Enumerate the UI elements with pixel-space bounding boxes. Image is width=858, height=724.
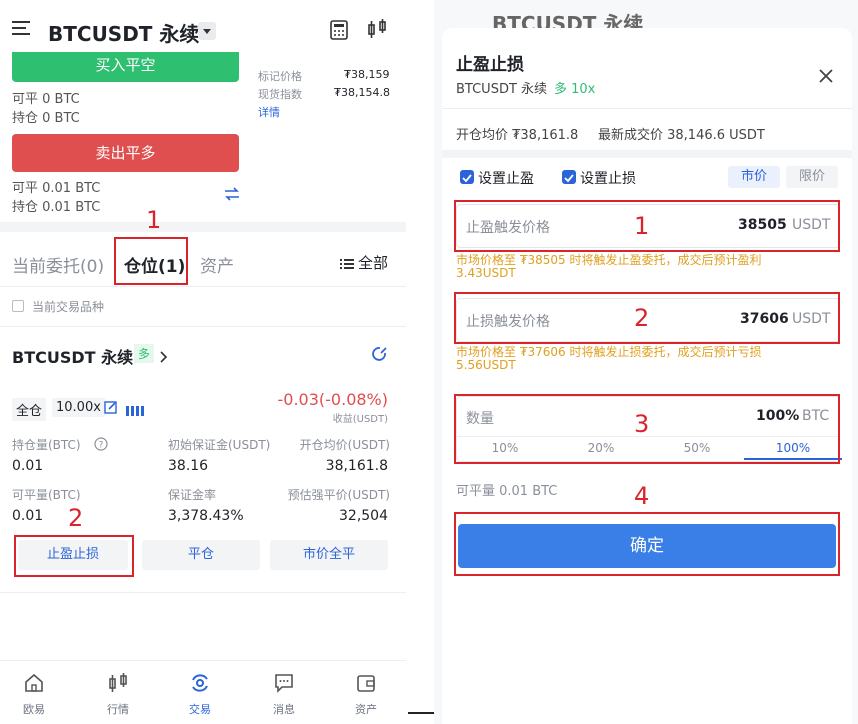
direction-badge: 多 (134, 344, 155, 363)
symbol-title[interactable]: BTCUSDT 永续 (48, 18, 199, 47)
home-icon (4, 672, 64, 697)
init-margin-label: 初始保证金(USDT) (168, 438, 271, 452)
entry-value: 38,161.8 (325, 458, 388, 474)
margin-ratio-value: 3,378.43% (168, 508, 244, 524)
entry-price-info: 开仓均价 ₮38,161.8 (456, 128, 579, 143)
liq-label: 预估强平价(USDT) (287, 488, 390, 502)
margin-ratio-label: 保证金率 (168, 488, 217, 502)
index-price-label: 现货指数 (258, 88, 302, 101)
symbol-dropdown-icon[interactable] (198, 22, 216, 40)
last-price-info: 最新成交价 38,146.6 USDT (598, 128, 765, 143)
market-close-all-button[interactable]: 市价全平 (270, 540, 388, 570)
trade-screen: BTCUSDT 永续 买入平空 标记价格 ₮38,159 现货指数 ₮38,15… (0, 0, 406, 724)
calculator-icon[interactable] (330, 20, 348, 44)
liq-value: 32,504 (339, 508, 388, 524)
chevron-right-icon[interactable] (160, 348, 168, 367)
set-sl-label: 设置止损 (580, 171, 636, 187)
adl-indicator-icon (126, 401, 146, 420)
nav-trade[interactable]: 交易 (170, 672, 230, 717)
tpsl-screen: BTCUSDT 永续 止盈止损 BTCUSDT 永续 多 10x 开仓均价 ₮3… (434, 0, 858, 724)
share-icon[interactable] (372, 346, 388, 366)
filter-list-icon[interactable] (340, 255, 354, 274)
tab-assets[interactable]: 资产 (200, 252, 234, 277)
position-title[interactable]: BTCUSDT 永续 (12, 344, 133, 368)
annotation-2: 2 (68, 504, 84, 532)
current-symbol-checkbox[interactable] (12, 300, 24, 312)
long-holding: 持仓 0.01 BTC (12, 200, 101, 215)
filter-all[interactable]: 全部 (358, 252, 388, 273)
annotation-box-positions-tab (114, 237, 188, 285)
size-label: 持仓量(BTC) (12, 438, 81, 452)
candlestick-icon (88, 672, 148, 697)
sheet-direction: 多 10x (554, 82, 596, 97)
annotation-box-tpsl (14, 535, 134, 577)
annotation-r2: 2 (634, 304, 650, 332)
annotation-box-confirm (454, 512, 840, 576)
sl-hint: 市场价格至 ₮37606 时将触发止损委托，成交后预计亏损 5.56USDT (456, 345, 762, 372)
available-qty: 可平量 0.01 BTC (456, 484, 558, 499)
set-sl-checkbox[interactable] (562, 170, 576, 184)
sheet-title: 止盈止损 (456, 55, 524, 75)
market-toggle[interactable]: 市价 (728, 166, 780, 188)
margin-mode: 全仓 (12, 398, 47, 421)
candlestick-chart-icon[interactable] (366, 18, 388, 44)
menu-icon[interactable] (12, 20, 32, 36)
annotation-r1: 1 (634, 212, 650, 240)
section-gap (442, 150, 852, 158)
annotation-1: 1 (146, 206, 162, 234)
size-value: 0.01 (12, 458, 44, 474)
sell-close-long-button[interactable]: 卖出平多 (12, 134, 239, 172)
nav-assets-label: 资产 (355, 703, 377, 716)
nav-trade-label: 交易 (189, 703, 211, 716)
nav-assets[interactable]: 资产 (336, 672, 396, 717)
nav-market[interactable]: 行情 (88, 672, 148, 717)
nav-messages[interactable]: 消息 (254, 672, 314, 717)
entry-label: 开仓均价(USDT) (299, 438, 390, 452)
trade-icon (170, 672, 230, 697)
section-gap (0, 222, 406, 232)
set-tp-checkbox[interactable] (460, 170, 474, 184)
nav-messages-label: 消息 (273, 703, 295, 716)
nav-home[interactable]: 欧易 (4, 672, 64, 717)
mark-price-label: 标记价格 (258, 70, 302, 83)
set-tp-label: 设置止盈 (478, 171, 534, 187)
nav-home-label: 欧易 (23, 703, 45, 716)
limit-toggle[interactable]: 限价 (786, 166, 838, 188)
mark-price-value: ₮38,159 (344, 68, 390, 81)
init-margin-value: 38.16 (168, 458, 209, 474)
closable-value: 0.01 (12, 508, 44, 524)
pnl-label: 收益(USDT) (332, 414, 388, 425)
svg-text:?: ? (99, 441, 104, 451)
leverage[interactable]: 10.00x (52, 398, 105, 417)
index-price-value: ₮38,154.8 (334, 86, 390, 99)
swap-icon[interactable] (224, 186, 240, 205)
annotation-r3: 3 (634, 410, 650, 438)
details-link[interactable]: 详情 (258, 104, 280, 120)
annotation-r4: 4 (634, 482, 650, 510)
tab-current-orders[interactable]: 当前委托(0) (12, 252, 104, 277)
short-holding: 持仓 0 BTC (12, 111, 80, 126)
pnl-value: -0.03(-0.08%) (277, 390, 388, 409)
sheet-symbol: BTCUSDT 永续 (456, 82, 548, 97)
wallet-icon (336, 672, 396, 697)
current-symbol-label: 当前交易品种 (32, 300, 105, 314)
closable-label: 可平量(BTC) (12, 488, 81, 502)
tpsl-sheet: 止盈止损 BTCUSDT 永续 多 10x 开仓均价 ₮38,161.8 最新成… (442, 28, 852, 724)
close-position-button[interactable]: 平仓 (142, 540, 260, 570)
close-icon[interactable] (818, 68, 834, 88)
long-available: 可平 0.01 BTC (12, 181, 101, 196)
tp-hint: 市场价格至 ₮38505 时将触发止盈委托，成交后预计盈利 3.43USDT (456, 253, 762, 280)
nav-market-label: 行情 (107, 703, 129, 716)
help-icon[interactable]: ? (94, 436, 108, 455)
edit-leverage-icon[interactable] (104, 399, 117, 418)
message-icon (254, 672, 314, 697)
short-available: 可平 0 BTC (12, 92, 80, 107)
buy-close-short-button[interactable]: 买入平空 (12, 52, 239, 82)
